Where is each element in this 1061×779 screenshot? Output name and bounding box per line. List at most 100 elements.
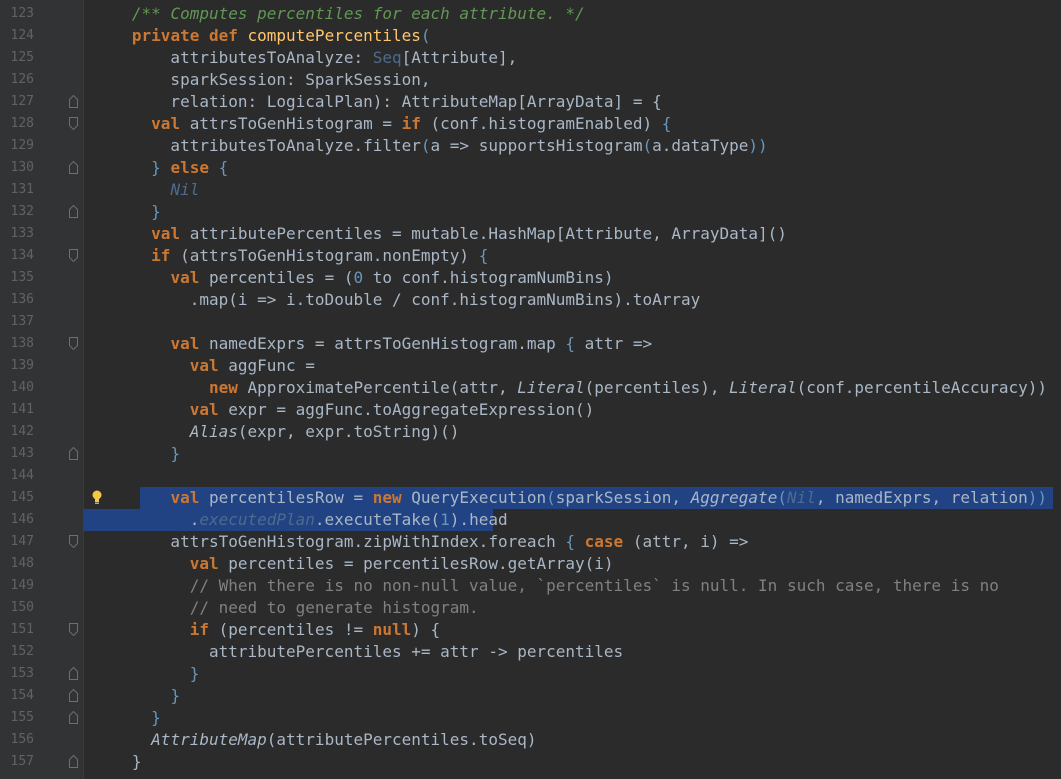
fold-marker-icon[interactable]: [69, 117, 78, 130]
code-line[interactable]: 140 new ApproximatePercentile(attr, Lite…: [0, 377, 1061, 399]
code-text[interactable]: val attrsToGenHistogram = if (conf.histo…: [83, 113, 1061, 135]
code-line[interactable]: 150 // need to generate histogram.: [0, 597, 1061, 619]
code-line[interactable]: 137: [0, 311, 1061, 333]
code-line[interactable]: 148 val percentiles = percentilesRow.get…: [0, 553, 1061, 575]
code-line[interactable]: 139 val aggFunc =: [0, 355, 1061, 377]
code-token: (percentiles !=: [218, 620, 373, 639]
code-token: }: [170, 686, 181, 705]
code-line[interactable]: 154 }: [0, 685, 1061, 707]
code-text[interactable]: }: [83, 663, 1061, 685]
code-line[interactable]: 129 attributesToAnalyze.filter(a => supp…: [0, 135, 1061, 157]
code-text[interactable]: attrsToGenHistogram.zipWithIndex.foreach…: [83, 531, 1061, 553]
code-line[interactable]: 138 val namedExprs = attrsToGenHistogram…: [0, 333, 1061, 355]
code-line[interactable]: 132 }: [0, 201, 1061, 223]
code-token: if: [189, 620, 219, 639]
code-line[interactable]: 123 /** Computes percentiles for each at…: [0, 3, 1061, 25]
code-text[interactable]: .executedPlan.executeTake(1).head: [83, 509, 1061, 531]
code-line[interactable]: 142 Alias(expr, expr.toString)(): [0, 421, 1061, 443]
line-number: 157: [10, 754, 34, 769]
code-token: Seq: [372, 48, 402, 67]
code-line[interactable]: 127 relation: LogicalPlan): AttributeMap…: [0, 91, 1061, 113]
fold-marker-icon[interactable]: [69, 95, 78, 108]
code-text[interactable]: val aggFunc =: [83, 355, 1061, 377]
code-token: private def: [131, 26, 248, 45]
code-text[interactable]: }: [83, 685, 1061, 707]
fold-marker-icon[interactable]: [69, 161, 78, 174]
code-lines[interactable]: 123 /** Computes percentiles for each at…: [0, 3, 1061, 773]
code-line[interactable]: 156 AttributeMap(attributePercentiles.to…: [0, 729, 1061, 751]
code-text[interactable]: val percentiles = percentilesRow.getArra…: [83, 553, 1061, 575]
code-text[interactable]: val expr = aggFunc.toAggregateExpression…: [83, 399, 1061, 421]
line-number: 147: [10, 534, 34, 549]
code-text[interactable]: val percentilesRow = new QueryExecution(…: [83, 487, 1061, 509]
code-text[interactable]: [83, 465, 1061, 487]
code-text[interactable]: attributePercentiles += attr -> percenti…: [83, 641, 1061, 663]
code-text[interactable]: } else {: [83, 157, 1061, 179]
fold-marker-icon[interactable]: [69, 535, 78, 548]
code-text[interactable]: val percentiles = (0 to conf.histogramNu…: [83, 267, 1061, 289]
code-line[interactable]: 133 val attributePercentiles = mutable.H…: [0, 223, 1061, 245]
code-line[interactable]: 135 val percentiles = (0 to conf.histogr…: [0, 267, 1061, 289]
code-line[interactable]: 136 .map(i => i.toDouble / conf.histogra…: [0, 289, 1061, 311]
code-text[interactable]: new ApproximatePercentile(attr, Literal(…: [83, 377, 1061, 399]
code-token: sparkSession: SparkSession,: [103, 70, 431, 89]
code-text[interactable]: // When there is no non-null value, `per…: [83, 575, 1061, 597]
code-text[interactable]: [83, 311, 1061, 333]
code-line[interactable]: 143 }: [0, 443, 1061, 465]
code-text[interactable]: attributesToAnalyze: Seq[Attribute],: [83, 47, 1061, 69]
code-line[interactable]: 152 attributePercentiles += attr -> perc…: [0, 641, 1061, 663]
code-text[interactable]: attributesToAnalyze.filter(a => supports…: [83, 135, 1061, 157]
code-line[interactable]: 131 Nil: [0, 179, 1061, 201]
fold-marker-icon[interactable]: [69, 205, 78, 218]
code-text[interactable]: sparkSession: SparkSession,: [83, 69, 1061, 91]
code-text[interactable]: if (attrsToGenHistogram.nonEmpty) {: [83, 245, 1061, 267]
code-line[interactable]: 125 attributesToAnalyze: Seq[Attribute],: [0, 47, 1061, 69]
fold-marker-icon[interactable]: [69, 689, 78, 702]
code-line[interactable]: 155 }: [0, 707, 1061, 729]
code-text[interactable]: private def computePercentiles(: [83, 25, 1061, 47]
code-text[interactable]: relation: LogicalPlan): AttributeMap[Arr…: [83, 91, 1061, 113]
code-text[interactable]: }: [83, 443, 1061, 465]
fold-marker-icon[interactable]: [69, 667, 78, 680]
fold-marker-icon[interactable]: [69, 623, 78, 636]
code-token: val: [170, 334, 209, 353]
fold-marker-icon[interactable]: [69, 755, 78, 768]
code-text[interactable]: Nil: [83, 179, 1061, 201]
code-line[interactable]: 151 if (percentiles != null) {: [0, 619, 1061, 641]
code-text[interactable]: val attributePercentiles = mutable.HashM…: [83, 223, 1061, 245]
code-line[interactable]: 146 .executedPlan.executeTake(1).head: [0, 509, 1061, 531]
code-line[interactable]: 157 }: [0, 751, 1061, 773]
code-text[interactable]: }: [83, 707, 1061, 729]
code-text[interactable]: /** Computes percentiles for each attrib…: [83, 3, 1061, 25]
code-line[interactable]: 153 }: [0, 663, 1061, 685]
code-text[interactable]: Alias(expr, expr.toString)(): [83, 421, 1061, 443]
line-number: 140: [10, 380, 34, 395]
fold-marker-icon[interactable]: [69, 447, 78, 460]
code-text[interactable]: if (percentiles != null) {: [83, 619, 1061, 641]
code-line[interactable]: 145 val percentilesRow = new QueryExecut…: [0, 487, 1061, 509]
code-editor[interactable]: 123 /** Computes percentiles for each at…: [0, 0, 1061, 779]
code-text[interactable]: }: [83, 201, 1061, 223]
code-text[interactable]: AttributeMap(attributePercentiles.toSeq): [83, 729, 1061, 751]
fold-marker-icon[interactable]: [69, 249, 78, 262]
code-line[interactable]: 147 attrsToGenHistogram.zipWithIndex.for…: [0, 531, 1061, 553]
line-number: 144: [10, 468, 34, 483]
code-line[interactable]: 124 private def computePercentiles(: [0, 25, 1061, 47]
code-text[interactable]: }: [83, 751, 1061, 773]
fold-marker-icon[interactable]: [69, 711, 78, 724]
code-line[interactable]: 134 if (attrsToGenHistogram.nonEmpty) {: [0, 245, 1061, 267]
code-text[interactable]: // need to generate histogram.: [83, 597, 1061, 619]
code-line[interactable]: 141 val expr = aggFunc.toAggregateExpres…: [0, 399, 1061, 421]
code-text[interactable]: val namedExprs = attrsToGenHistogram.map…: [83, 333, 1061, 355]
code-line[interactable]: 144: [0, 465, 1061, 487]
code-text[interactable]: .map(i => i.toDouble / conf.histogramNum…: [83, 289, 1061, 311]
code-line[interactable]: 149 // When there is no non-null value, …: [0, 575, 1061, 597]
fold-marker-icon[interactable]: [69, 337, 78, 350]
code-line[interactable]: 130 } else {: [0, 157, 1061, 179]
code-line[interactable]: 128 val attrsToGenHistogram = if (conf.h…: [0, 113, 1061, 135]
code-token: expr = aggFunc.toAggregateExpression(): [228, 400, 595, 419]
code-line[interactable]: 126 sparkSession: SparkSession,: [0, 69, 1061, 91]
